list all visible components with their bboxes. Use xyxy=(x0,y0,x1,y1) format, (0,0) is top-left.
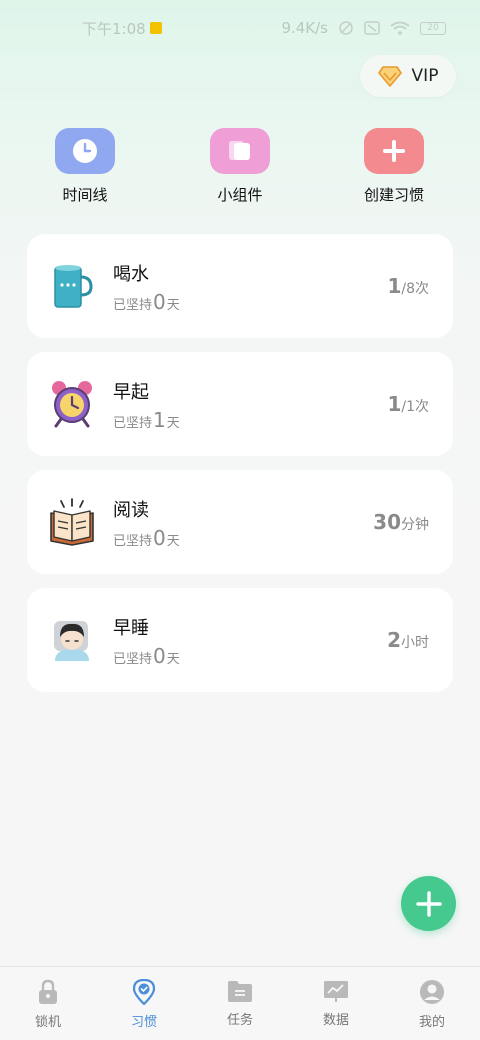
status-bar: 下午1:08 9.4K/s 20 xyxy=(0,0,480,56)
nav-label: 习惯 xyxy=(130,1015,157,1030)
habit-goal: 1 /1次 xyxy=(387,392,429,416)
habit-card-early-rise[interactable]: 早起 已坚持 1 天 1 /1次 xyxy=(27,352,453,456)
goal-unit: /8次 xyxy=(401,281,429,297)
streak-unit: 天 xyxy=(166,534,180,549)
goal-unit: /1次 xyxy=(401,399,429,415)
streak-prefix: 已坚持 xyxy=(113,652,153,667)
battery-icon: 20 xyxy=(420,21,446,35)
habit-streak: 已坚持 1 天 xyxy=(113,408,180,432)
shortcut-widget[interactable]: 小组件 xyxy=(180,128,300,208)
habit-name: 喝水 xyxy=(113,264,149,285)
streak-days: 0 xyxy=(153,290,166,314)
habit-card-reading[interactable]: 阅读 已坚持 0 天 30 分钟 xyxy=(27,470,453,574)
goal-value: 1 xyxy=(387,392,402,416)
habit-name: 早起 xyxy=(113,382,149,403)
vip-label: VIP xyxy=(411,66,439,86)
shortcut-tile xyxy=(55,128,115,174)
mute-icon xyxy=(339,21,353,35)
habit-goal: 2 小时 xyxy=(387,628,429,652)
shortcut-create-habit[interactable]: 创建习惯 xyxy=(334,128,454,208)
habit-goal: 1 /8次 xyxy=(387,274,429,298)
habit-streak: 已坚持 0 天 xyxy=(113,290,180,314)
status-right: 9.4K/s 20 xyxy=(281,19,446,37)
location-check-icon xyxy=(132,979,156,1005)
habit-card-water[interactable]: 喝水 已坚持 0 天 1 /8次 xyxy=(27,234,453,338)
habit-streak: 已坚持 0 天 xyxy=(113,644,180,668)
streak-prefix: 已坚持 xyxy=(113,534,153,549)
sleeping-person-icon xyxy=(54,621,89,661)
plus-icon xyxy=(415,890,442,917)
bottom-nav: 锁机 习惯 任务 数据 我的 xyxy=(0,966,480,1040)
streak-days: 0 xyxy=(153,526,166,550)
habit-streak: 已坚持 0 天 xyxy=(113,526,180,550)
nav-data[interactable]: 数据 xyxy=(288,967,384,1040)
folder-list-icon xyxy=(228,981,252,1002)
shortcut-label: 小组件 xyxy=(217,186,263,204)
chart-board-icon xyxy=(324,981,348,1002)
nav-profile[interactable]: 我的 xyxy=(384,967,480,1040)
shortcut-tile xyxy=(364,128,424,174)
open-book-icon xyxy=(50,498,94,546)
network-speed: 9.4K/s xyxy=(281,19,328,37)
habit-name: 阅读 xyxy=(113,500,149,521)
nav-label: 锁机 xyxy=(34,1015,61,1030)
water-cup-icon xyxy=(54,265,93,308)
nav-label: 数据 xyxy=(322,1013,349,1028)
widget-icon xyxy=(229,141,250,160)
plus-icon xyxy=(383,140,405,162)
goal-unit: 小时 xyxy=(401,635,429,651)
goal-value: 2 xyxy=(387,628,401,652)
alarm-clock-icon xyxy=(52,381,92,428)
lock-icon xyxy=(39,979,57,1004)
habit-name: 早睡 xyxy=(113,618,149,639)
clock-icon xyxy=(73,139,97,163)
diamond-icon xyxy=(377,66,402,87)
nav-label: 我的 xyxy=(418,1015,445,1030)
shortcut-label: 时间线 xyxy=(62,186,108,204)
habit-card-early-sleep[interactable]: 早睡 已坚持 0 天 2 小时 xyxy=(27,588,453,692)
sim-icon xyxy=(364,21,380,35)
notification-icon xyxy=(149,22,162,34)
goal-value: 1 xyxy=(387,274,402,298)
goal-unit: 分钟 xyxy=(401,517,429,533)
streak-unit: 天 xyxy=(166,652,180,667)
status-left: 下午1:08 xyxy=(82,18,162,39)
goal-value: 30 xyxy=(373,510,401,534)
shortcut-label: 创建习惯 xyxy=(363,186,424,204)
streak-days: 0 xyxy=(153,644,166,668)
status-time: 下午1:08 xyxy=(82,19,146,38)
streak-unit: 天 xyxy=(166,298,180,313)
add-habit-fab[interactable] xyxy=(401,876,456,931)
vip-button[interactable]: VIP xyxy=(360,55,456,97)
nav-lock[interactable]: 锁机 xyxy=(0,967,96,1040)
shortcut-timeline[interactable]: 时间线 xyxy=(25,128,145,208)
streak-prefix: 已坚持 xyxy=(113,416,153,431)
nav-tasks[interactable]: 任务 xyxy=(192,967,288,1040)
streak-days: 1 xyxy=(153,408,166,432)
wifi-icon xyxy=(390,21,410,35)
nav-label: 任务 xyxy=(226,1013,253,1028)
profile-icon xyxy=(420,980,444,1004)
nav-habit[interactable]: 习惯 xyxy=(96,967,192,1040)
shortcut-tile xyxy=(210,128,270,174)
streak-prefix: 已坚持 xyxy=(113,298,153,313)
habit-goal: 30 分钟 xyxy=(373,510,429,534)
streak-unit: 天 xyxy=(166,416,180,431)
